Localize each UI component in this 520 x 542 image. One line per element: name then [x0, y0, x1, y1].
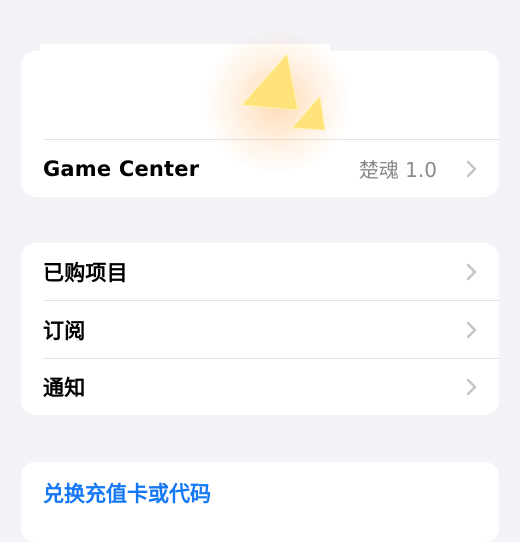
chevron-right-icon [465, 263, 479, 281]
notifications-label: 通知 [43, 375, 86, 400]
blank-header-area [21, 51, 499, 139]
purchased-items-row[interactable]: 已购项目 [21, 243, 499, 300]
game-center-row[interactable]: Game Center 楚魂 1.0 [21, 140, 499, 197]
chevron-right-icon [465, 321, 479, 339]
subscriptions-label: 订阅 [43, 318, 86, 343]
chevron-right-icon [465, 160, 479, 178]
game-center-value: 楚魂 1.0 [358, 158, 437, 182]
subscriptions-row[interactable]: 订阅 [21, 301, 499, 358]
notifications-row[interactable]: 通知 [21, 358, 499, 415]
purchased-items-label: 已购项目 [43, 260, 128, 285]
game-center-card: Game Center 楚魂 1.0 [21, 51, 499, 197]
chevron-right-icon [465, 378, 479, 396]
game-center-label: Game Center [43, 156, 200, 181]
redeem-gift-card-link[interactable]: 兑换充值卡或代码 [43, 478, 211, 508]
redeem-row[interactable]: 兑换充值卡或代码 [21, 464, 499, 521]
redeem-card: 兑换充值卡或代码 [21, 462, 499, 542]
account-options-card: 已购项目 订阅 通知 [21, 243, 499, 415]
